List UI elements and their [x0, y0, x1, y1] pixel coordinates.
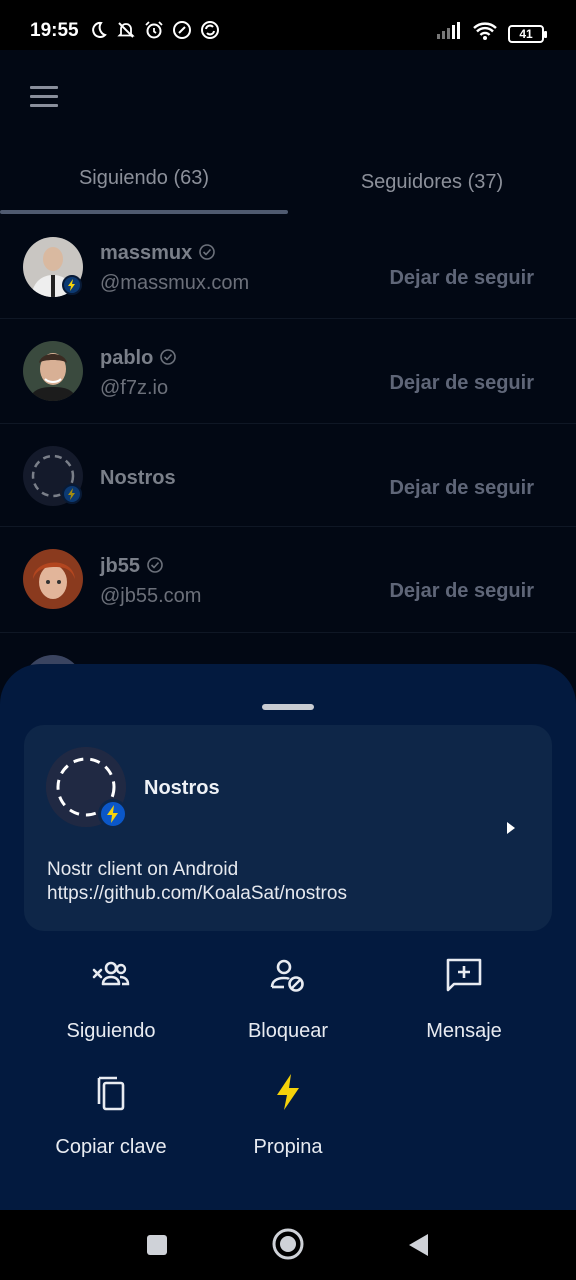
moon-icon [88, 20, 108, 40]
sync-icon [200, 20, 220, 40]
block-user-icon [270, 959, 304, 992]
lightning-badge-icon [62, 484, 82, 504]
list-item[interactable]: pablo @f7z.io Dejar de seguir [0, 319, 576, 424]
tab-following[interactable]: Siguiendo (63) [0, 162, 288, 214]
contact-name: massmux [100, 242, 193, 264]
signal-icon [436, 22, 462, 45]
tip-action-button[interactable]: Propina [200, 1070, 376, 1159]
list-item[interactable]: massmux @massmux.com Dejar de seguir [0, 214, 576, 319]
status-time: 19:55 [30, 20, 79, 41]
list-item[interactable]: jb55 @jb55.com Dejar de seguir [0, 527, 576, 633]
unfollow-button[interactable]: Dejar de seguir [389, 267, 534, 290]
battery-indicator: 41 [508, 24, 547, 43]
avatar [23, 341, 83, 401]
contact-name: Nostros [100, 467, 176, 489]
lightning-badge-icon [98, 799, 128, 829]
unfollow-button[interactable]: Dejar de seguir [389, 580, 534, 603]
status-system-icons: 41 [436, 21, 547, 46]
chevron-right-icon[interactable] [504, 820, 518, 836]
action-label: Siguiendo [66, 1020, 156, 1042]
avatar [23, 549, 83, 609]
profile-bottom-sheet: Nostros Nostr client on Android https://… [0, 664, 576, 1210]
system-navigation-bar [0, 1210, 576, 1280]
verified-icon [199, 244, 216, 260]
lightning-icon [277, 1074, 299, 1110]
status-notification-icons [88, 20, 220, 40]
block-action-button[interactable]: Bloquear [200, 954, 376, 1043]
copy-icon [97, 1076, 125, 1111]
contact-handle: @jb55.com [100, 585, 202, 607]
verified-icon [160, 349, 177, 365]
verified-icon [147, 557, 163, 573]
recents-button[interactable] [146, 1234, 168, 1256]
contact-handle: @f7z.io [100, 377, 169, 399]
unfollow-people-icon [92, 961, 130, 986]
tab-followers[interactable]: Seguidores (37) [288, 166, 576, 218]
action-label: Copiar clave [55, 1136, 167, 1158]
alarm-icon [144, 20, 164, 40]
bell-off-icon [116, 20, 136, 40]
contact-name: pablo [100, 347, 154, 369]
wifi-icon [472, 21, 498, 46]
unfollow-button[interactable]: Dejar de seguir [389, 477, 534, 500]
menu-icon[interactable] [30, 86, 58, 108]
action-label: Bloquear [247, 1020, 329, 1042]
contact-name: jb55 [100, 555, 141, 577]
profile-name: Nostros [144, 777, 220, 799]
profile-about-link: https://github.com/KoalaSat/nostros [47, 883, 347, 904]
message-action-button[interactable]: Mensaje [376, 954, 552, 1043]
contact-handle: @massmux.com [100, 272, 250, 294]
following-action-button[interactable]: Siguiendo [23, 954, 199, 1043]
profile-about: Nostr client on Android https://github.c… [47, 858, 347, 906]
profile-about-line: Nostr client on Android [47, 859, 239, 880]
shield-icon [172, 20, 192, 40]
action-label: Mensaje [426, 1020, 502, 1042]
drag-handle[interactable] [262, 704, 314, 710]
unfollow-button[interactable]: Dejar de seguir [389, 372, 534, 395]
status-bar: 19:55 41 [0, 0, 576, 50]
lightning-badge-icon [62, 275, 82, 295]
list-item[interactable]: Nostros Dejar de seguir [0, 424, 576, 527]
home-button[interactable] [271, 1227, 305, 1261]
action-label: Propina [253, 1136, 323, 1158]
copy-key-action-button[interactable]: Copiar clave [23, 1070, 199, 1159]
message-add-icon [446, 958, 482, 992]
tabs: Siguiendo (63) Seguidores (37) [0, 162, 576, 214]
back-button[interactable] [406, 1232, 430, 1258]
profile-card[interactable]: Nostros Nostr client on Android https://… [24, 725, 552, 931]
